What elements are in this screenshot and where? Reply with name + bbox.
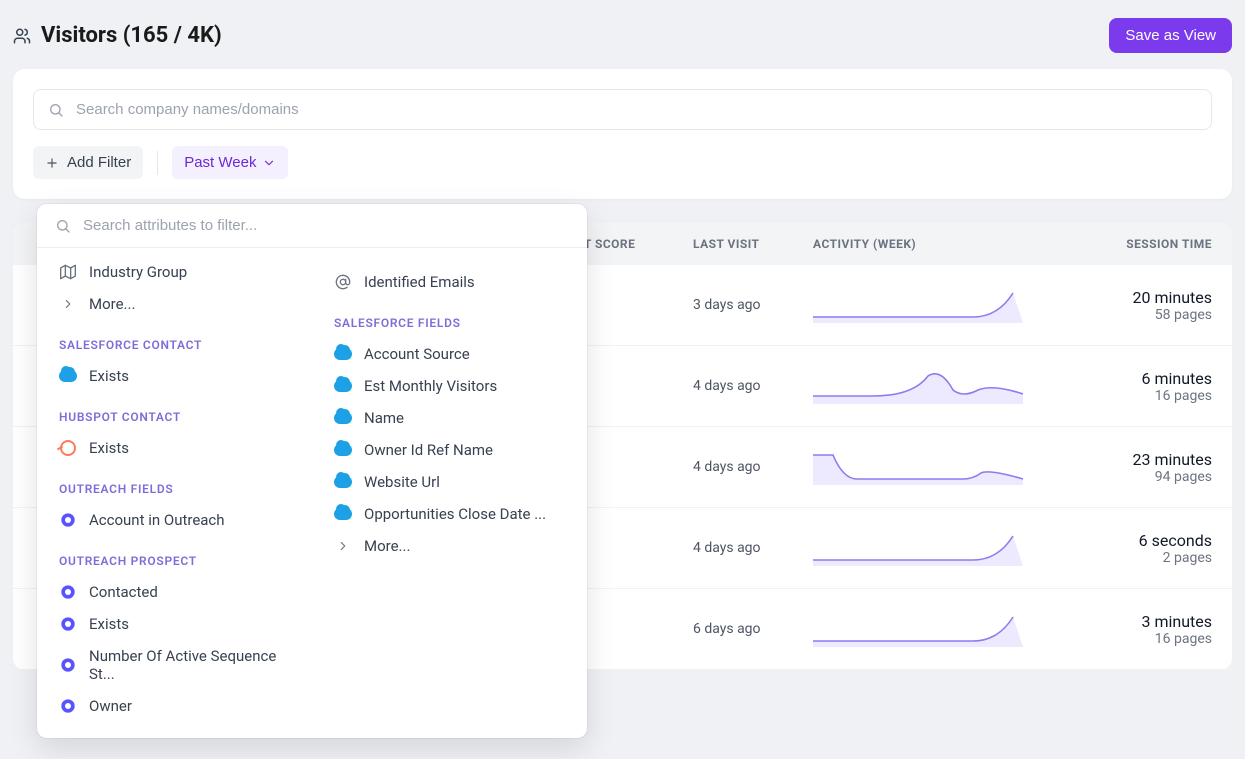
map-icon	[59, 263, 77, 281]
sf-icon	[334, 441, 352, 459]
sf-icon	[334, 345, 352, 363]
dropdown-item-label: Exists	[89, 615, 129, 633]
dropdown-item-label: Website Url	[364, 473, 440, 491]
dropdown-item[interactable]: Owner Id Ref Name	[324, 434, 575, 466]
dropdown-item-label: Opportunities Close Date ...	[364, 505, 546, 523]
dropdown-item[interactable]: Name	[324, 402, 575, 434]
dropdown-item[interactable]: Opportunities Close Date ...	[324, 498, 575, 530]
dropdown-item[interactable]: Identified Emails	[324, 266, 575, 298]
dropdown-item[interactable]: Owner	[49, 690, 300, 722]
last-visit-value: 4 days ago	[693, 540, 761, 556]
dropdown-item[interactable]: Contacted	[49, 576, 300, 608]
period-filter-button[interactable]: Past Week	[172, 146, 288, 179]
search-icon	[48, 102, 64, 118]
visitors-icon	[13, 27, 31, 45]
filter-attributes-dropdown: Industry Group More... SALESFORCE CONTACT E…	[37, 204, 587, 738]
session-pages-value: 58 pages	[1073, 307, 1212, 323]
activity-sparkline	[813, 611, 1073, 647]
session-time-value: 3 minutes	[1073, 612, 1212, 631]
dropdown-section-title: SALESFORCE FIELDS	[324, 298, 575, 338]
dropdown-item[interactable]: More...	[324, 530, 575, 562]
dropdown-item-label: Owner	[89, 697, 132, 715]
add-filter-label: Add Filter	[67, 154, 131, 171]
activity-sparkline	[813, 287, 1073, 323]
plus-icon	[45, 156, 59, 170]
page-title: Visitors (165 / 4K)	[41, 23, 222, 48]
sf-icon	[59, 367, 77, 385]
dropdown-item-label: Owner Id Ref Name	[364, 441, 493, 459]
dropdown-item-label: More...	[364, 537, 410, 555]
search-icon	[55, 218, 71, 234]
col-fitscore-header: FIT SCORE	[573, 237, 693, 251]
last-visit-value: 4 days ago	[693, 459, 761, 475]
session-time-value: 6 seconds	[1073, 531, 1212, 550]
dropdown-item-label: Name	[364, 409, 404, 427]
session-time-value: 23 minutes	[1073, 450, 1212, 469]
dropdown-item-label: Account in Outreach	[89, 511, 225, 529]
dropdown-item[interactable]: Website Url	[324, 466, 575, 498]
activity-sparkline	[813, 449, 1073, 485]
dropdown-item-label: Contacted	[89, 583, 158, 601]
out-icon	[59, 583, 77, 601]
dropdown-item[interactable]: Account in Outreach	[49, 504, 300, 536]
sf-icon	[334, 505, 352, 523]
session-pages-value: 16 pages	[1073, 631, 1212, 647]
col-activity-header: ACTIVITY (WEEK)	[813, 237, 1073, 251]
filter-divider	[157, 151, 158, 175]
last-visit-value: 3 days ago	[693, 297, 761, 313]
sf-icon	[334, 377, 352, 395]
session-time-value: 6 minutes	[1073, 369, 1212, 388]
chevron-icon	[334, 537, 352, 555]
sf-icon	[334, 409, 352, 427]
dropdown-section-title: SALESFORCE CONTACT	[49, 320, 300, 360]
chevron-down-icon	[262, 156, 276, 170]
dropdown-item[interactable]: Account Source	[324, 338, 575, 370]
hs-icon	[59, 439, 77, 457]
company-search[interactable]	[33, 89, 1212, 130]
period-label: Past Week	[184, 154, 256, 171]
at-icon	[334, 273, 352, 291]
dropdown-item-label: Est Monthly Visitors	[364, 377, 497, 395]
out-icon	[59, 697, 77, 715]
col-lastvisit-header: LAST VISIT	[693, 237, 813, 251]
dropdown-item-label: Number Of Active Sequence St...	[89, 647, 290, 683]
col-session-header: SESSION TIME	[1073, 237, 1212, 251]
dropdown-item-label: Exists	[89, 439, 129, 457]
dropdown-item-label: Account Source	[364, 345, 470, 363]
dropdown-section-title: HUBSPOT CONTACT	[49, 392, 300, 432]
activity-sparkline	[813, 530, 1073, 566]
dropdown-item[interactable]: More...	[49, 288, 300, 320]
dropdown-item-label: Exists	[89, 367, 129, 385]
dropdown-item-label: Identified Emails	[364, 273, 475, 291]
dropdown-section-title: OUTREACH PROSPECT	[49, 536, 300, 576]
dropdown-item[interactable]: Industry Group	[49, 256, 300, 288]
filter-search-input[interactable]	[81, 216, 569, 235]
out-icon	[59, 615, 77, 633]
company-search-input[interactable]	[74, 100, 1197, 119]
session-pages-value: 16 pages	[1073, 388, 1212, 404]
last-visit-value: 6 days ago	[693, 621, 761, 637]
add-filter-button[interactable]: Add Filter	[33, 146, 143, 179]
dropdown-item[interactable]: Exists	[49, 608, 300, 640]
dropdown-item-label: More...	[89, 295, 135, 313]
out-icon	[59, 511, 77, 529]
session-pages-value: 94 pages	[1073, 469, 1212, 485]
session-time-value: 20 minutes	[1073, 288, 1212, 307]
last-visit-value: 4 days ago	[693, 378, 761, 394]
dropdown-item[interactable]: Est Monthly Visitors	[324, 370, 575, 402]
chevron-icon	[59, 295, 77, 313]
dropdown-item[interactable]: Number Of Active Sequence St...	[49, 640, 300, 690]
session-pages-value: 2 pages	[1073, 550, 1212, 566]
save-as-view-button[interactable]: Save as View	[1109, 18, 1232, 53]
activity-sparkline	[813, 368, 1073, 404]
sf-icon	[334, 473, 352, 491]
dropdown-item[interactable]: Exists	[49, 432, 300, 464]
dropdown-section-title: OUTREACH FIELDS	[49, 464, 300, 504]
out-icon	[59, 656, 77, 674]
dropdown-item-label: Industry Group	[89, 263, 187, 281]
dropdown-item[interactable]: Exists	[49, 360, 300, 392]
